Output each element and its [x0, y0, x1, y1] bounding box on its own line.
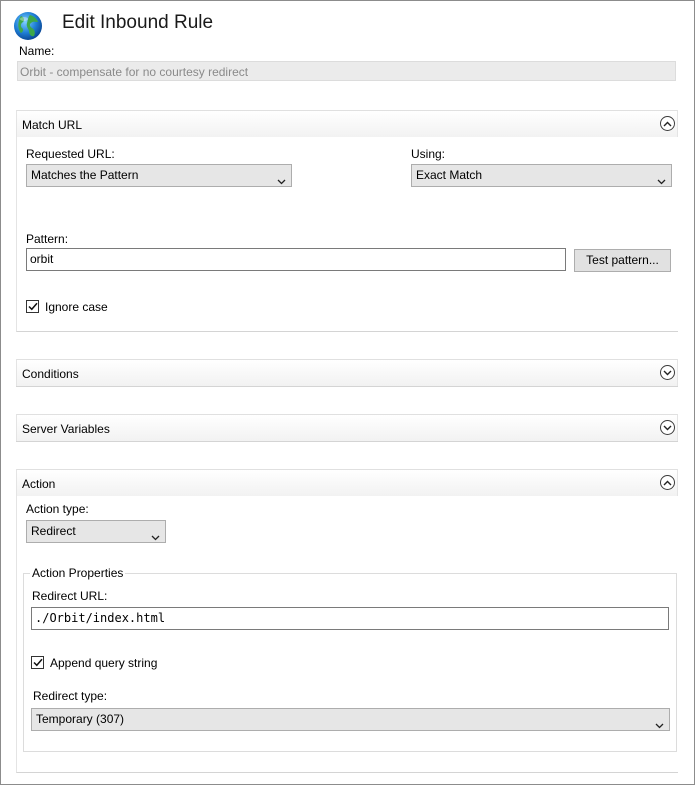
- expand-down-icon[interactable]: [660, 365, 675, 380]
- name-label: Name:: [19, 44, 55, 58]
- action-type-value: Redirect: [31, 524, 76, 538]
- redirect-type-value: Temporary (307): [36, 712, 125, 726]
- action-header-label: Action: [22, 477, 56, 491]
- requested-url-select[interactable]: Matches the Pattern: [26, 164, 292, 187]
- redirect-type-label: Redirect type:: [33, 689, 108, 703]
- server-variables-header-label: Server Variables: [22, 422, 110, 436]
- requested-url-value: Matches the Pattern: [31, 168, 139, 182]
- action-type-label: Action type:: [26, 502, 89, 516]
- chevron-down-icon: [277, 171, 286, 192]
- chevron-down-icon: [655, 715, 664, 736]
- collapse-up-icon[interactable]: [660, 116, 675, 131]
- server-variables-divider: [16, 441, 678, 442]
- requested-url-label: Requested URL:: [26, 147, 115, 161]
- globe-icon: [12, 10, 44, 42]
- conditions-header[interactable]: Conditions: [16, 359, 678, 386]
- collapse-up-icon[interactable]: [660, 475, 675, 490]
- using-value: Exact Match: [416, 168, 483, 182]
- ignore-case-label: Ignore case: [45, 300, 108, 314]
- append-query-checkbox[interactable]: [31, 656, 44, 669]
- test-pattern-button[interactable]: Test pattern...: [574, 249, 671, 272]
- action-header[interactable]: Action: [16, 469, 678, 496]
- match-url-header[interactable]: Match URL: [16, 110, 678, 137]
- name-field[interactable]: Orbit - compensate for no courtesy redir…: [17, 61, 676, 81]
- chevron-down-icon: [151, 527, 160, 548]
- redirect-url-input[interactable]: ./Orbit/index.html: [31, 607, 669, 630]
- pattern-input[interactable]: orbit: [26, 248, 566, 271]
- conditions-header-label: Conditions: [22, 367, 79, 381]
- using-select[interactable]: Exact Match: [411, 164, 672, 187]
- action-properties-title: Action Properties: [30, 566, 126, 580]
- dialog-title: Edit Inbound Rule: [62, 12, 214, 33]
- conditions-divider: [16, 386, 678, 387]
- pattern-label: Pattern:: [26, 232, 69, 246]
- server-variables-header[interactable]: Server Variables: [16, 414, 678, 441]
- append-query-label: Append query string: [50, 656, 158, 670]
- match-url-header-label: Match URL: [22, 118, 83, 132]
- action-type-select[interactable]: Redirect: [26, 520, 166, 543]
- redirect-url-label: Redirect URL:: [32, 589, 108, 603]
- using-label: Using:: [411, 147, 446, 161]
- ignore-case-checkbox[interactable]: [26, 300, 39, 313]
- chevron-down-icon: [657, 171, 666, 192]
- redirect-type-select[interactable]: Temporary (307): [31, 708, 670, 731]
- expand-down-icon[interactable]: [660, 420, 675, 435]
